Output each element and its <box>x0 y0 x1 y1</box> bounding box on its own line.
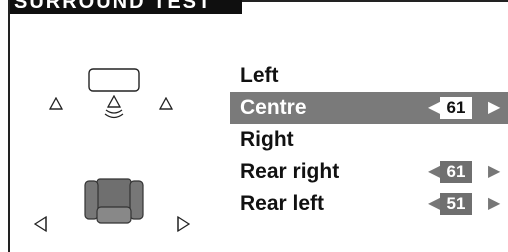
listening-seat-icon <box>84 178 144 224</box>
menu-item-label: Rear right <box>240 160 340 183</box>
decrease-arrow-icon[interactable]: ◀ <box>428 188 440 220</box>
menu-item-left[interactable]: Left <box>230 60 508 92</box>
speaker-rear-right-icon <box>177 215 190 233</box>
menu-item-label: Rear left <box>240 192 325 215</box>
menu-item-rear-left[interactable]: Rear left ◀ 51 ▶ <box>230 188 508 220</box>
menu-item-label: Centre <box>240 96 307 119</box>
menu-item-label: Right <box>240 128 294 151</box>
increase-arrow-icon[interactable]: ▶ <box>488 156 500 188</box>
level-value: 51 <box>440 193 472 215</box>
speaker-front-left-icon <box>48 97 64 110</box>
speaker-level-menu: Left Centre ◀ 61 ▶ Right Rear right ◀ 61… <box>230 60 508 220</box>
panel-title: SURROUND TEST <box>10 0 242 14</box>
decrease-arrow-icon[interactable]: ◀ <box>428 92 440 124</box>
level-value: 61 <box>440 161 472 183</box>
menu-item-rear-right[interactable]: Rear right ◀ 61 ▶ <box>230 156 508 188</box>
increase-arrow-icon[interactable]: ▶ <box>488 188 500 220</box>
speaker-front-right-icon <box>158 97 174 110</box>
decrease-arrow-icon[interactable]: ◀ <box>428 156 440 188</box>
menu-item-label: Left <box>240 64 279 87</box>
speaker-centre-active-icon <box>104 95 124 119</box>
menu-item-centre[interactable]: Centre ◀ 61 ▶ <box>230 92 508 124</box>
speaker-rear-left-icon <box>34 215 47 233</box>
level-control: ◀ 61 ▶ <box>426 156 508 188</box>
menu-item-right[interactable]: Right <box>230 124 508 156</box>
level-control: ◀ 51 ▶ <box>426 188 508 220</box>
tv-icon <box>88 68 140 92</box>
level-value: 61 <box>440 97 472 119</box>
increase-arrow-icon[interactable]: ▶ <box>488 92 500 124</box>
level-control: ◀ 61 ▶ <box>426 92 508 124</box>
